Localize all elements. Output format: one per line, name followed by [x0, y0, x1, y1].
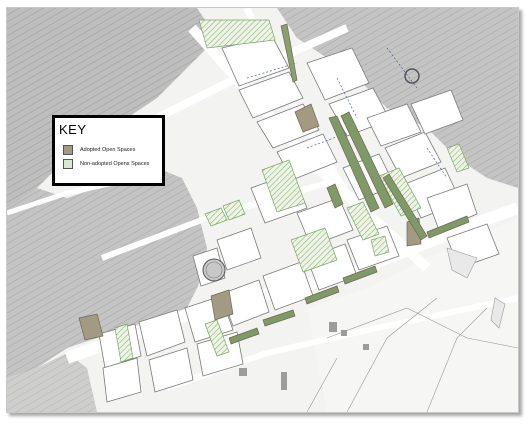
map-key: KEY Adopted Open Spaces Non-adopted Open… [52, 115, 165, 186]
key-title: KEY [59, 122, 87, 137]
site-map [7, 8, 518, 412]
key-label-adopted: Adopted Open Spaces [80, 147, 136, 153]
non-adopted-swatch [63, 159, 73, 169]
adopted-swatch [63, 145, 73, 155]
key-item-non-adopted: Non-adopted Opens Spaces [63, 159, 149, 169]
key-item-adopted: Adopted Open Spaces [63, 145, 135, 155]
key-label-non-adopted: Non-adopted Opens Spaces [80, 161, 150, 167]
gasholder [202, 258, 226, 282]
map-frame: KEY Adopted Open Spaces Non-adopted Open… [6, 7, 519, 413]
